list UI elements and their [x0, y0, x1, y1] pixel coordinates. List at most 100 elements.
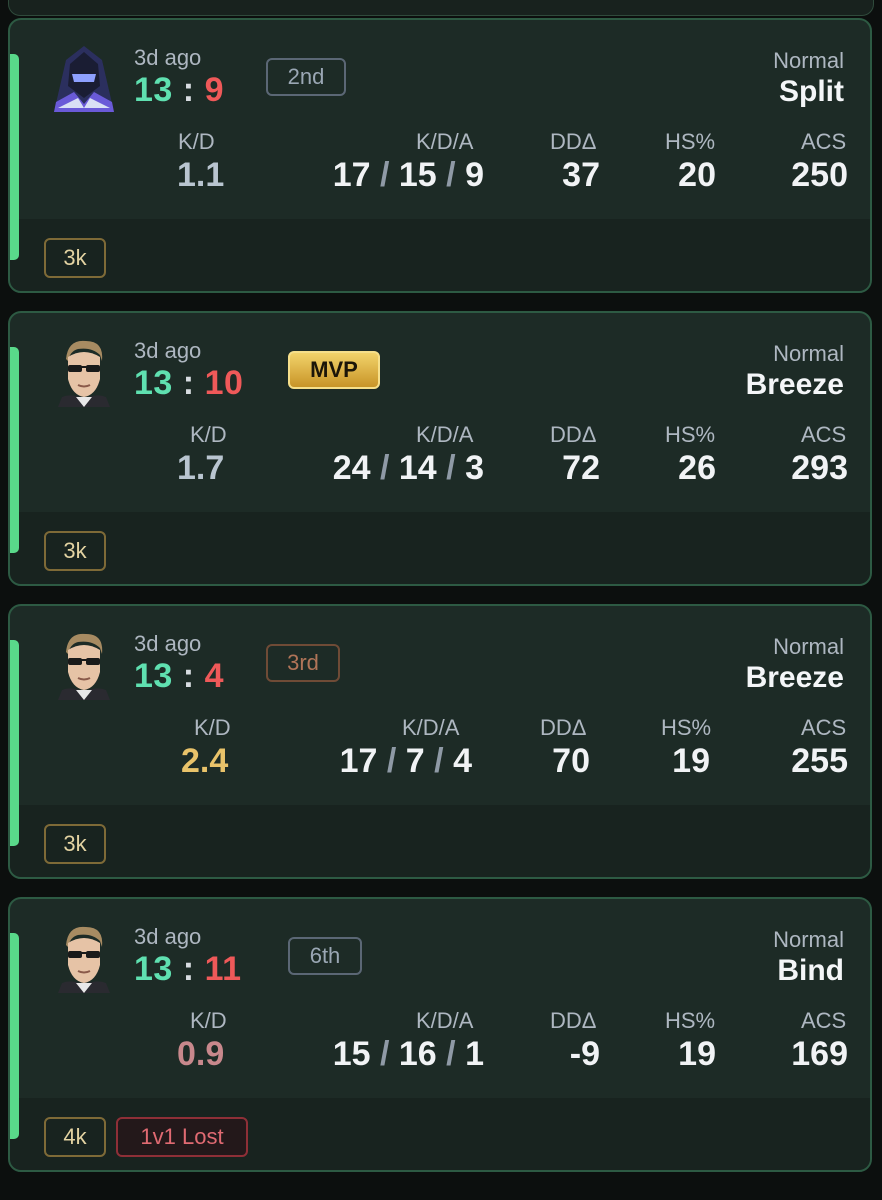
- game-mode: Normal: [773, 634, 844, 659]
- hs-value: 19: [678, 1035, 716, 1073]
- result-accent-bar: [10, 640, 19, 846]
- game-mode: Normal: [773, 48, 844, 73]
- kills: 17: [332, 156, 371, 194]
- match-card[interactable]: 3d ago 13 : 11 6th Normal Bind K/D K/D/A…: [8, 897, 872, 1172]
- assists: 1: [465, 1035, 484, 1073]
- acs-value: 169: [791, 1035, 848, 1073]
- agent-portrait-glasses-icon: [58, 926, 110, 993]
- kda-value: 24 / 14 / 3: [280, 449, 484, 488]
- match-card[interactable]: 3d ago 13 : 10 MVP Normal Breeze K/D K/D…: [8, 311, 872, 586]
- acs-label: ACS: [801, 422, 847, 447]
- hs-label: HS%: [665, 422, 716, 447]
- dd-value: 72: [562, 449, 600, 487]
- score-separator: :: [182, 71, 195, 109]
- multikill-tag: 3k: [44, 531, 106, 571]
- agent-portrait-glasses-icon: [58, 340, 110, 407]
- kills: 24: [332, 449, 371, 487]
- match-time-ago: 3d ago: [134, 631, 202, 656]
- multikill-tag: 4k: [44, 1117, 106, 1157]
- kills: 15: [332, 1035, 371, 1073]
- placement-badge: 2nd: [266, 58, 346, 96]
- kda-value: 17 / 15 / 9: [290, 156, 484, 195]
- acs-label: ACS: [801, 129, 847, 154]
- kda-value: 15 / 16 / 1: [280, 1035, 484, 1074]
- acs-value: 293: [791, 449, 848, 487]
- deaths: 14: [398, 449, 437, 487]
- match-card-footer: [10, 512, 870, 584]
- map-name: Breeze: [745, 368, 844, 401]
- kills: 17: [339, 742, 378, 780]
- match-score: 13 : 9: [134, 71, 224, 110]
- kd-label: K/D: [190, 1008, 227, 1033]
- slash-separator: /: [386, 742, 397, 780]
- score-won: 13: [134, 71, 173, 109]
- match-card-footer: [10, 219, 870, 291]
- result-accent-bar: [10, 933, 19, 1139]
- score-lost: 10: [204, 364, 244, 402]
- assists: 3: [465, 449, 484, 487]
- match-card[interactable]: 3d ago 13 : 9 2nd Normal Split K/D K/D/A…: [8, 18, 872, 293]
- slash-separator: /: [446, 1035, 456, 1073]
- dd-value: 70: [552, 742, 590, 780]
- dd-value: -9: [569, 1035, 600, 1073]
- dd-label: DDΔ: [550, 422, 597, 447]
- score-won: 13: [134, 364, 173, 402]
- agent-portrait-hooded-icon: [54, 46, 114, 112]
- acs-label: ACS: [801, 1008, 847, 1033]
- placement-badge: 6th: [288, 937, 362, 975]
- slash-separator: /: [434, 742, 444, 780]
- score-separator: :: [182, 950, 195, 988]
- hs-value: 26: [678, 449, 716, 487]
- deaths: 16: [398, 1035, 437, 1073]
- assists: 9: [465, 156, 484, 194]
- hs-value: 20: [678, 156, 716, 194]
- game-mode: Normal: [773, 927, 844, 952]
- match-time-ago: 3d ago: [134, 45, 202, 70]
- kd-label: K/D: [178, 129, 215, 154]
- kda-label: K/D/A: [416, 1008, 474, 1033]
- map-name: Bind: [777, 954, 844, 987]
- map-name: Split: [779, 75, 844, 108]
- deaths: 7: [405, 742, 425, 780]
- match-score: 13 : 4: [134, 657, 224, 696]
- score-won: 13: [134, 950, 173, 988]
- previous-match-card[interactable]: [8, 0, 874, 16]
- kd-value: 1.1: [177, 156, 225, 194]
- match-time-ago: 3d ago: [134, 338, 202, 363]
- slash-separator: /: [446, 449, 456, 487]
- match-card[interactable]: 3d ago 13 : 4 3rd Normal Breeze K/D K/D/…: [8, 604, 872, 879]
- mvp-badge: MVP: [288, 351, 380, 389]
- score-lost: 4: [204, 657, 224, 695]
- agent-portrait-glasses-icon: [58, 633, 110, 700]
- kd-label: K/D: [190, 422, 227, 447]
- score-won: 13: [134, 657, 173, 695]
- acs-value: 250: [791, 156, 848, 194]
- slash-separator: /: [379, 156, 390, 194]
- game-mode: Normal: [773, 341, 844, 366]
- score-lost: 9: [204, 71, 224, 109]
- match-score: 13 : 11: [134, 950, 242, 989]
- map-name: Breeze: [745, 661, 844, 694]
- clutch-lost-tag: 1v1 Lost: [116, 1117, 248, 1157]
- hs-label: HS%: [665, 129, 716, 154]
- dd-label: DDΔ: [550, 129, 597, 154]
- dd-label: DDΔ: [550, 1008, 597, 1033]
- placement-badge: 3rd: [266, 644, 340, 682]
- kd-value: 0.9: [177, 1035, 225, 1073]
- multikill-tag: 3k: [44, 824, 106, 864]
- hs-value: 19: [672, 742, 710, 780]
- slash-separator: /: [379, 1035, 390, 1073]
- score-lost: 11: [204, 950, 242, 988]
- assists: 4: [453, 742, 472, 780]
- match-score: 13 : 10: [134, 364, 243, 403]
- dd-value: 37: [562, 156, 600, 194]
- result-accent-bar: [10, 347, 19, 553]
- hs-label: HS%: [661, 715, 712, 740]
- acs-label: ACS: [801, 715, 847, 740]
- acs-value: 255: [791, 742, 848, 780]
- kda-label: K/D/A: [416, 422, 474, 447]
- hs-label: HS%: [665, 1008, 716, 1033]
- kd-label: K/D: [194, 715, 231, 740]
- multikill-tag: 3k: [44, 238, 106, 278]
- match-card-footer: [10, 805, 870, 877]
